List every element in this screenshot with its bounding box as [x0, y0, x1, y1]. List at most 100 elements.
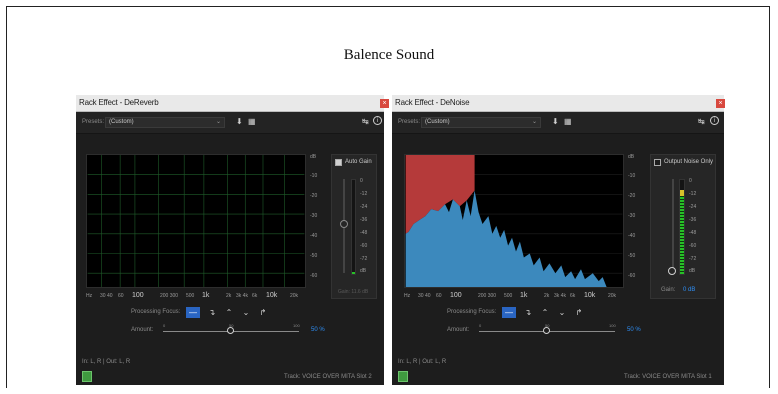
freq-tick: 10k [584, 292, 596, 299]
freq-tick: 100 [450, 292, 462, 299]
focus-all-button[interactable]: — [502, 307, 516, 318]
info-icon[interactable]: i [710, 116, 719, 125]
meter-tick: -60 [689, 243, 697, 249]
track-info: Track: VOICE OVER MITA Slot 2 [284, 374, 372, 380]
routing-icon[interactable]: ↹ [362, 117, 369, 126]
meter-tick: dB [689, 268, 696, 274]
focus-low-button[interactable]: ↴ [205, 307, 219, 318]
gain-slider-track[interactable] [672, 179, 674, 271]
gain-label: Gain: [661, 287, 676, 293]
amount-value[interactable]: 50 % [627, 327, 641, 333]
denoise-spectrum-graph[interactable] [404, 154, 624, 288]
freq-tick: 30 40 [418, 293, 431, 299]
info-icon[interactable]: i [373, 116, 382, 125]
trash-icon[interactable]: ▦ [248, 117, 256, 126]
freq-tick: 200 300 [160, 293, 179, 299]
meter-tick: -72 [689, 256, 697, 262]
focus-all-button[interactable]: — [186, 307, 200, 318]
focus-low-button[interactable]: ↴ [521, 307, 535, 318]
amount-label: Amount: [131, 327, 154, 333]
db-tick: -60 [310, 273, 318, 279]
power-icon[interactable] [398, 371, 408, 382]
freq-tick: Hz [86, 293, 93, 299]
focus-high-button[interactable]: ↱ [572, 307, 586, 318]
chevron-down-icon: ⌄ [215, 119, 221, 125]
freq-tick: 1k [520, 292, 528, 299]
save-preset-icon[interactable]: ⬇ [236, 117, 243, 126]
level-meter [679, 179, 685, 275]
presets-label: Presets: [398, 119, 421, 125]
db-tick: -20 [628, 193, 636, 199]
meter-tick: -36 [689, 217, 697, 223]
focus-mid-button[interactable]: ⌃ [538, 307, 552, 318]
gain-value[interactable]: 0 dB [683, 287, 695, 293]
focus-notch-button[interactable]: ⌄ [239, 307, 253, 318]
level-meter-fill [680, 196, 684, 274]
presets-value: (Custom) [425, 119, 450, 125]
freq-tick: 60 [436, 293, 442, 299]
close-icon[interactable]: × [380, 99, 389, 108]
gain-slider-knob[interactable] [340, 220, 348, 228]
amount-label: Amount: [447, 327, 470, 333]
meter-tick: 0 [360, 178, 363, 184]
freq-tick: 20k [290, 293, 299, 299]
db-label: dB [628, 154, 635, 160]
presets-dropdown[interactable]: (Custom) ⌄ [421, 117, 541, 128]
amount-slider-knob[interactable] [543, 327, 550, 334]
presets-label: Presets: [82, 119, 105, 125]
gain-slider-knob[interactable] [668, 267, 676, 275]
processing-focus: Processing Focus: — ↴ ⌃ ⌄ ↱ [447, 307, 587, 319]
focus-notch-button[interactable]: ⌄ [555, 307, 569, 318]
freq-tick: 100 [132, 292, 144, 299]
freq-tick: 200 300 [478, 293, 497, 299]
dereverb-window-title: Rack Effect - DeReverb [79, 98, 159, 107]
amount-control: Amount: 0 50 100 50 % [447, 323, 647, 337]
freq-tick: 2k [544, 293, 550, 299]
focus-mid-button[interactable]: ⌃ [222, 307, 236, 318]
close-icon[interactable]: × [716, 99, 725, 108]
meter-tick: 0 [689, 178, 692, 184]
amount-tick: 0 [479, 323, 482, 328]
meter-tick: -24 [360, 204, 368, 210]
db-tick: -50 [628, 253, 636, 259]
meter-tick: -12 [689, 191, 697, 197]
freq-tick: 10k [266, 292, 278, 299]
io-routing: In: L, R | Out: L, R [82, 359, 131, 365]
denoise-window-title: Rack Effect - DeNoise [395, 98, 470, 107]
freq-tick: Hz [404, 293, 411, 299]
freq-tick: 30 40 [100, 293, 113, 299]
routing-icon[interactable]: ↹ [698, 117, 705, 126]
db-label: dB [310, 154, 317, 160]
dereverb-panel: Rack Effect - DeReverb Presets: (Custom)… [76, 95, 384, 385]
freq-tick: 6k [570, 293, 576, 299]
db-tick: -10 [628, 173, 636, 179]
amount-slider-knob[interactable] [227, 327, 234, 334]
freq-tick: 1k [202, 292, 210, 299]
freq-tick: 2k [226, 293, 232, 299]
chevron-down-icon: ⌄ [531, 119, 537, 125]
db-tick: -30 [310, 213, 318, 219]
power-icon[interactable] [82, 371, 92, 382]
processing-focus-label: Processing Focus: [447, 309, 497, 315]
save-preset-icon[interactable]: ⬇ [552, 117, 559, 126]
meter-tick: -48 [689, 230, 697, 236]
freq-tick: 500 [186, 293, 195, 299]
auto-gain-checkbox[interactable] [335, 159, 342, 166]
presets-value: (Custom) [109, 119, 134, 125]
meter-tick: -48 [360, 230, 368, 236]
dereverb-meter-box: Auto Gain 0 -12 -24 -36 -48 -60 -72 dB G… [331, 154, 377, 299]
denoise-titlebar: Rack Effect - DeNoise [392, 95, 724, 112]
dereverb-graph[interactable] [86, 154, 306, 288]
trash-icon[interactable]: ▦ [564, 117, 572, 126]
denoise-meter-box: Output Noise Only 0 -12 -24 -36 -48 -60 … [650, 154, 716, 299]
presets-dropdown[interactable]: (Custom) ⌄ [105, 117, 225, 128]
output-noise-only-checkbox[interactable] [654, 159, 661, 166]
focus-high-button[interactable]: ↱ [256, 307, 270, 318]
freq-tick: 3k 4k [236, 293, 248, 299]
freq-tick: 6k [252, 293, 258, 299]
amount-tick: 0 [163, 323, 166, 328]
freq-tick: 60 [118, 293, 124, 299]
meter-tick: dB [360, 268, 367, 274]
amount-value[interactable]: 50 % [311, 327, 325, 333]
meter-tick: -12 [360, 191, 368, 197]
